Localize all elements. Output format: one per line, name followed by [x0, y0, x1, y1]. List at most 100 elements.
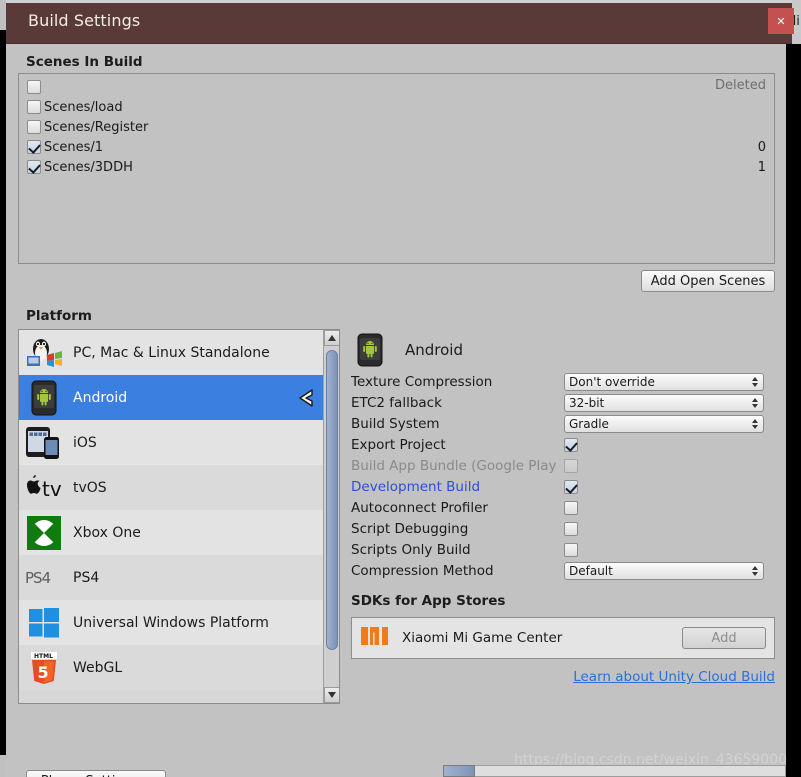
platform-row-tvos[interactable]: tvtvOS	[19, 465, 324, 510]
option-label-build-app-bundle-google-play: Build App Bundle (Google Play	[351, 458, 564, 474]
bottom-scrollbar-track[interactable]	[475, 765, 786, 777]
checkbox-autoconnect-profiler[interactable]	[564, 501, 578, 515]
option-label-development-build: Development Build	[351, 479, 564, 495]
webgl-icon: HTML5	[25, 649, 63, 687]
dropdown-arrows-icon	[752, 566, 758, 576]
option-label-scripts-only-build: Scripts Only Build	[351, 542, 564, 558]
windows-icon	[25, 604, 63, 642]
platform-label: WebGL	[73, 660, 122, 676]
svg-text:PS4: PS4	[25, 569, 51, 587]
option-label-compression-method: Compression Method	[351, 563, 564, 579]
platform-list[interactable]: PC, Mac & Linux Standalone Android iOS tvtv…	[18, 329, 340, 704]
tvos-icon: tv	[25, 469, 63, 507]
checkbox-scripts-only-build[interactable]	[564, 543, 578, 557]
sdk-row-xiaomi[interactable]: Xiaomi Mi Game Center Add	[351, 617, 775, 659]
svg-text:HTML: HTML	[34, 653, 53, 660]
detail-platform-header: Android	[351, 329, 775, 371]
option-row: Build App Bundle (Google Play	[351, 456, 775, 476]
scenes-in-build-heading: Scenes In Build	[26, 54, 143, 70]
xbox-icon	[25, 514, 63, 552]
unity-logo-icon	[292, 387, 314, 409]
dropdown-value: Gradle	[569, 417, 609, 431]
close-glyph: ✕	[776, 15, 785, 28]
scene-enabled-checkbox[interactable]	[27, 140, 41, 154]
dropdown-compression-method[interactable]: Default	[564, 562, 764, 580]
ios-icon	[25, 424, 63, 462]
dropdown-arrows-icon	[752, 419, 758, 429]
scene-row[interactable]	[19, 77, 774, 97]
bottom-scrollbar-thumb[interactable]	[443, 765, 475, 777]
platform-label: Android	[73, 390, 127, 406]
option-row: Export Project	[351, 435, 775, 455]
dropdown-etc2-fallback[interactable]: 32-bit	[564, 394, 764, 412]
option-label-autoconnect-profiler: Autoconnect Profiler	[351, 500, 564, 516]
dropdown-value: 32-bit	[569, 396, 604, 410]
android-icon	[351, 331, 389, 369]
platform-row-universal-windows-platform[interactable]: Universal Windows Platform	[19, 600, 324, 645]
scene-enabled-checkbox[interactable]	[27, 160, 41, 174]
sdks-for-app-stores-heading: SDKs for App Stores	[351, 593, 775, 609]
option-label-script-debugging: Script Debugging	[351, 521, 564, 537]
option-label-build-system: Build System	[351, 416, 564, 432]
scroll-up-arrow-icon[interactable]	[324, 330, 340, 346]
platform-row-android[interactable]: Android	[19, 375, 324, 420]
title-bar[interactable]: Build Settings ✕	[6, 0, 792, 44]
option-row: Autoconnect Profiler	[351, 498, 775, 518]
scene-path-label: Scenes/1	[44, 140, 103, 155]
option-row: ETC2 fallback32-bit	[351, 393, 775, 413]
desktop-right-edge	[786, 44, 801, 777]
scene-row[interactable]: Scenes/load	[19, 97, 774, 117]
option-label-texture-compression: Texture Compression	[351, 374, 564, 390]
scene-row[interactable]: Scenes/1 0	[19, 137, 774, 157]
svg-text:tv: tv	[42, 477, 62, 501]
scroll-down-arrow-icon[interactable]	[324, 687, 340, 703]
option-row: Scripts Only Build	[351, 540, 775, 560]
dropdown-arrows-icon	[752, 377, 758, 387]
scene-path-label: Scenes/3DDH	[44, 160, 133, 175]
option-row: Compression MethodDefault	[351, 561, 775, 581]
dropdown-value: Don't override	[569, 375, 655, 389]
scene-row[interactable]: Scenes/Register	[19, 117, 774, 137]
checkbox-development-build[interactable]	[564, 480, 578, 494]
scenes-in-build-list[interactable]: Deleted Scenes/loadScenes/RegisterScenes…	[18, 73, 775, 264]
platform-detail-panel: Android Texture Compression Don't overrid…	[351, 329, 775, 685]
dropdown-arrows-icon	[752, 398, 758, 408]
platform-list-scrollbar[interactable]	[323, 330, 339, 703]
unity-cloud-build-link[interactable]: Learn about Unity Cloud Build	[351, 669, 775, 685]
platform-row-pc-mac-linux-standalone[interactable]: PC, Mac & Linux Standalone	[19, 330, 324, 375]
option-label-export-project: Export Project	[351, 437, 564, 453]
scene-path-label: Scenes/load	[44, 100, 123, 115]
title-bar-top-strip	[6, 0, 792, 3]
checkbox-export-project[interactable]	[564, 438, 578, 452]
sdk-name-label: Xiaomi Mi Game Center	[402, 630, 682, 646]
platform-label: iOS	[73, 435, 97, 451]
player-settings-button[interactable]: Player Settings...	[26, 770, 166, 777]
platform-label: Xbox One	[73, 525, 141, 541]
platform-rows-container: PC, Mac & Linux Standalone Android iOS tvtv…	[19, 330, 324, 690]
platform-label: PS4	[73, 570, 99, 586]
platform-row-webgl[interactable]: HTML5 WebGL	[19, 645, 324, 690]
add-open-scenes-button[interactable]: Add Open Scenes	[641, 270, 775, 292]
detail-platform-title: Android	[405, 341, 463, 359]
android-icon	[25, 379, 63, 417]
platform-row-ps4[interactable]: PS4 PS4	[19, 555, 324, 600]
sdk-add-button[interactable]: Add	[682, 627, 766, 649]
checkbox-script-debugging[interactable]	[564, 522, 578, 536]
scrollbar-thumb[interactable]	[326, 350, 338, 650]
scene-build-index: 0	[758, 140, 766, 155]
scene-build-index: 1	[758, 160, 766, 175]
close-icon[interactable]: ✕	[768, 8, 794, 34]
scene-row[interactable]: Scenes/3DDH 1	[19, 157, 774, 177]
pc-mac-linux-icon	[25, 334, 63, 372]
window-title: Build Settings	[28, 11, 140, 30]
scene-enabled-checkbox[interactable]	[27, 100, 41, 114]
ps4-icon: PS4	[25, 559, 63, 597]
dropdown-texture-compression[interactable]: Don't override	[564, 373, 764, 391]
platform-row-ios[interactable]: iOS	[19, 420, 324, 465]
dropdown-build-system[interactable]: Gradle	[564, 415, 764, 433]
platform-row-xbox-one[interactable]: Xbox One	[19, 510, 324, 555]
window-body: Scenes In Build Deleted Scenes/loadScene…	[6, 44, 786, 777]
platform-label: tvOS	[73, 480, 107, 496]
scene-enabled-checkbox[interactable]	[27, 80, 41, 94]
scene-enabled-checkbox[interactable]	[27, 120, 41, 134]
